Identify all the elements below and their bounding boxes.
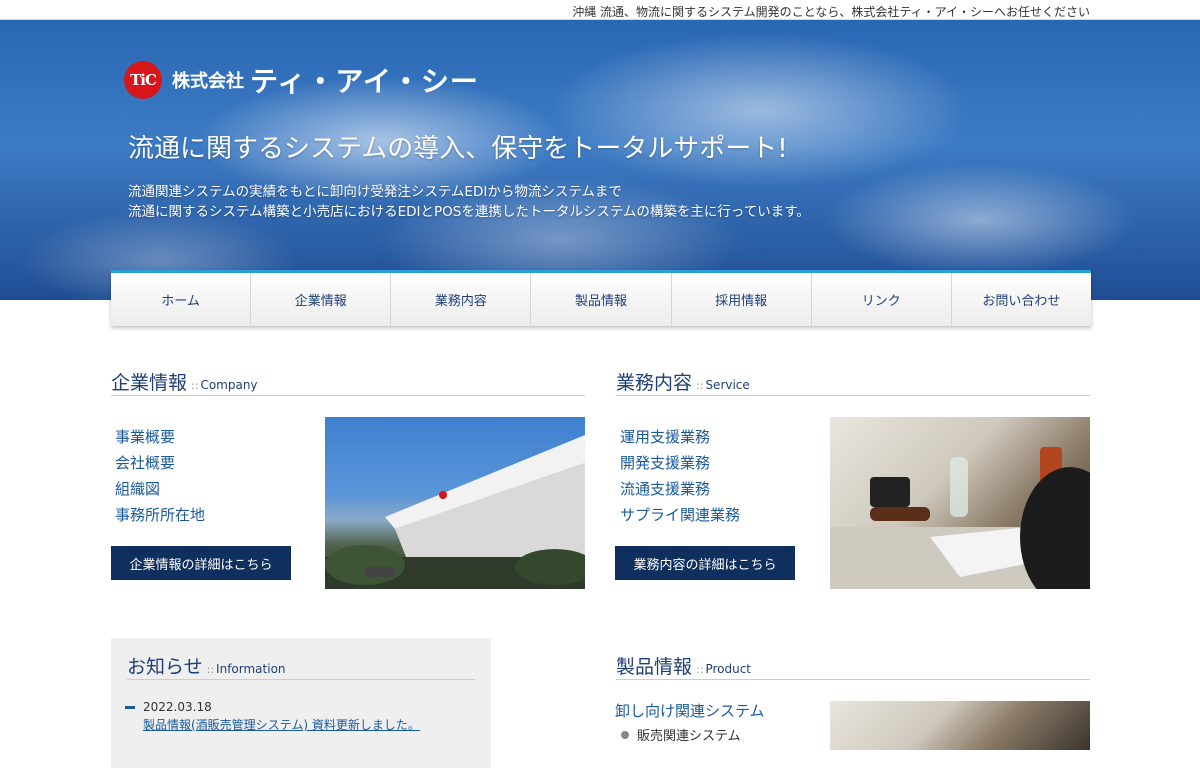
information-section-title: お知らせ:: Information <box>127 652 475 680</box>
news-list: 2022.03.18 製品情報(酒販売管理システム) 資料更新しました。 <box>125 700 475 743</box>
hero-banner: TiC 株式会社 ティ・アイ・シー 流通に関するシステムの導入、保守をトータルサ… <box>0 20 1200 300</box>
service-title-en: Service <box>705 378 750 392</box>
service-link-supply[interactable]: サプライ関連業務 <box>620 506 740 524</box>
product-title-sep: :: <box>696 663 704 676</box>
hero-desc-line-1: 流通関連システムの実績をもとに卸向け受発注システムEDIから物流システムまで <box>128 184 622 200</box>
service-title-jp: 業務内容 <box>616 372 693 394</box>
service-section-title: 業務内容:: Service <box>616 368 1090 396</box>
list-item: 開発支援業務 <box>620 452 740 478</box>
product-section-title: 製品情報:: Product <box>616 652 1090 680</box>
product-photo <box>830 701 1090 750</box>
nav-item-home[interactable]: ホーム <box>111 273 252 326</box>
list-item: 流通支援業務 <box>620 478 740 504</box>
service-link-list: 運用支援業務 開発支援業務 流通支援業務 サプライ関連業務 <box>620 426 740 530</box>
building-illustration <box>325 435 585 589</box>
company-logo[interactable]: TiC 株式会社 ティ・アイ・シー <box>124 60 479 100</box>
company-details-button[interactable]: 企業情報の詳細はこちら <box>111 546 291 580</box>
information-box: お知らせ:: Information 2022.03.18 製品情報(酒販売管理シ… <box>111 638 491 768</box>
company-title-sep: :: <box>191 379 199 392</box>
office-building-photo <box>325 417 585 589</box>
nav-item-company[interactable]: 企業情報 <box>251 273 392 326</box>
product-title-jp: 製品情報 <box>616 656 693 678</box>
company-title-jp: 企業情報 <box>111 372 188 394</box>
service-title-sep: :: <box>696 379 704 392</box>
news-bullet-icon <box>125 706 135 709</box>
product-bullet-label[interactable]: 販売関連システム <box>637 725 741 744</box>
hero-desc-line-2: 流通に関するシステム構築と小売店におけるEDIとPOSを連携したトータルシステム… <box>128 204 810 220</box>
list-item: 組織図 <box>115 478 205 504</box>
company-link-business-overview[interactable]: 事業概要 <box>115 428 175 446</box>
company-link-company-overview[interactable]: 会社概要 <box>115 454 175 472</box>
nav-item-links[interactable]: リンク <box>812 273 952 326</box>
service-link-distribution-support[interactable]: 流通支援業務 <box>620 480 710 498</box>
list-item: サプライ関連業務 <box>620 504 740 530</box>
nav-item-service[interactable]: 業務内容 <box>391 273 532 326</box>
product-bullet-item: 販売関連システム <box>621 725 741 744</box>
company-section-title: 企業情報:: Company <box>111 368 585 396</box>
site-tagline: 沖縄 流通、物流に関するシステム開発のことなら、株式会社ティ・アイ・シーへお任せ… <box>572 5 1090 19</box>
service-link-development-support[interactable]: 開発支援業務 <box>620 454 710 472</box>
tic-logo-mark: TiC <box>124 61 162 99</box>
company-title-en: Company <box>200 378 258 392</box>
top-bar: 沖縄 流通、物流に関するシステム開発のことなら、株式会社ティ・アイ・シーへお任せ… <box>0 0 1200 20</box>
news-item: 2022.03.18 製品情報(酒販売管理システム) 資料更新しました。 <box>125 700 475 733</box>
company-link-list: 事業概要 会社概要 組織図 事務所所在地 <box>115 426 205 530</box>
meeting-photo <box>830 417 1090 589</box>
information-title-sep: :: <box>206 663 215 676</box>
list-item: 運用支援業務 <box>620 426 740 452</box>
hero-description: 流通関連システムの実績をもとに卸向け受発注システムEDIから物流システムまで 流… <box>128 182 810 222</box>
logo-company-name: ティ・アイ・シー <box>250 65 479 98</box>
bullet-dot-icon <box>621 730 629 739</box>
meeting-illustration <box>830 447 1090 589</box>
list-item: 事業概要 <box>115 426 205 452</box>
main-nav: ホーム 企業情報 業務内容 製品情報 採用情報 リンク お問い合わせ <box>111 270 1091 326</box>
list-item: 会社概要 <box>115 452 205 478</box>
service-details-button[interactable]: 業務内容の詳細はこちら <box>615 546 795 580</box>
hero-headline: 流通に関するシステムの導入、保守をトータルサポート! <box>128 134 788 164</box>
nav-item-product[interactable]: 製品情報 <box>531 273 672 326</box>
news-date: 2022.03.18 <box>143 700 212 714</box>
service-link-operation-support[interactable]: 運用支援業務 <box>620 428 710 446</box>
list-item: 事務所所在地 <box>115 504 205 530</box>
information-title-jp: お知らせ <box>127 656 203 678</box>
company-link-office-location[interactable]: 事務所所在地 <box>115 506 205 524</box>
company-link-org-chart[interactable]: 組織図 <box>115 480 160 498</box>
product-title-en: Product <box>705 662 751 676</box>
information-title-en: Information <box>216 662 286 676</box>
nav-item-recruit[interactable]: 採用情報 <box>672 273 812 326</box>
logo-kaisha-text: 株式会社 <box>172 71 244 92</box>
nav-item-contact[interactable]: お問い合わせ <box>952 273 1091 326</box>
news-title-link[interactable]: 製品情報(酒販売管理システム) 資料更新しました。 <box>143 718 420 732</box>
product-wholesale-link[interactable]: 卸し向け関連システム <box>615 700 765 721</box>
